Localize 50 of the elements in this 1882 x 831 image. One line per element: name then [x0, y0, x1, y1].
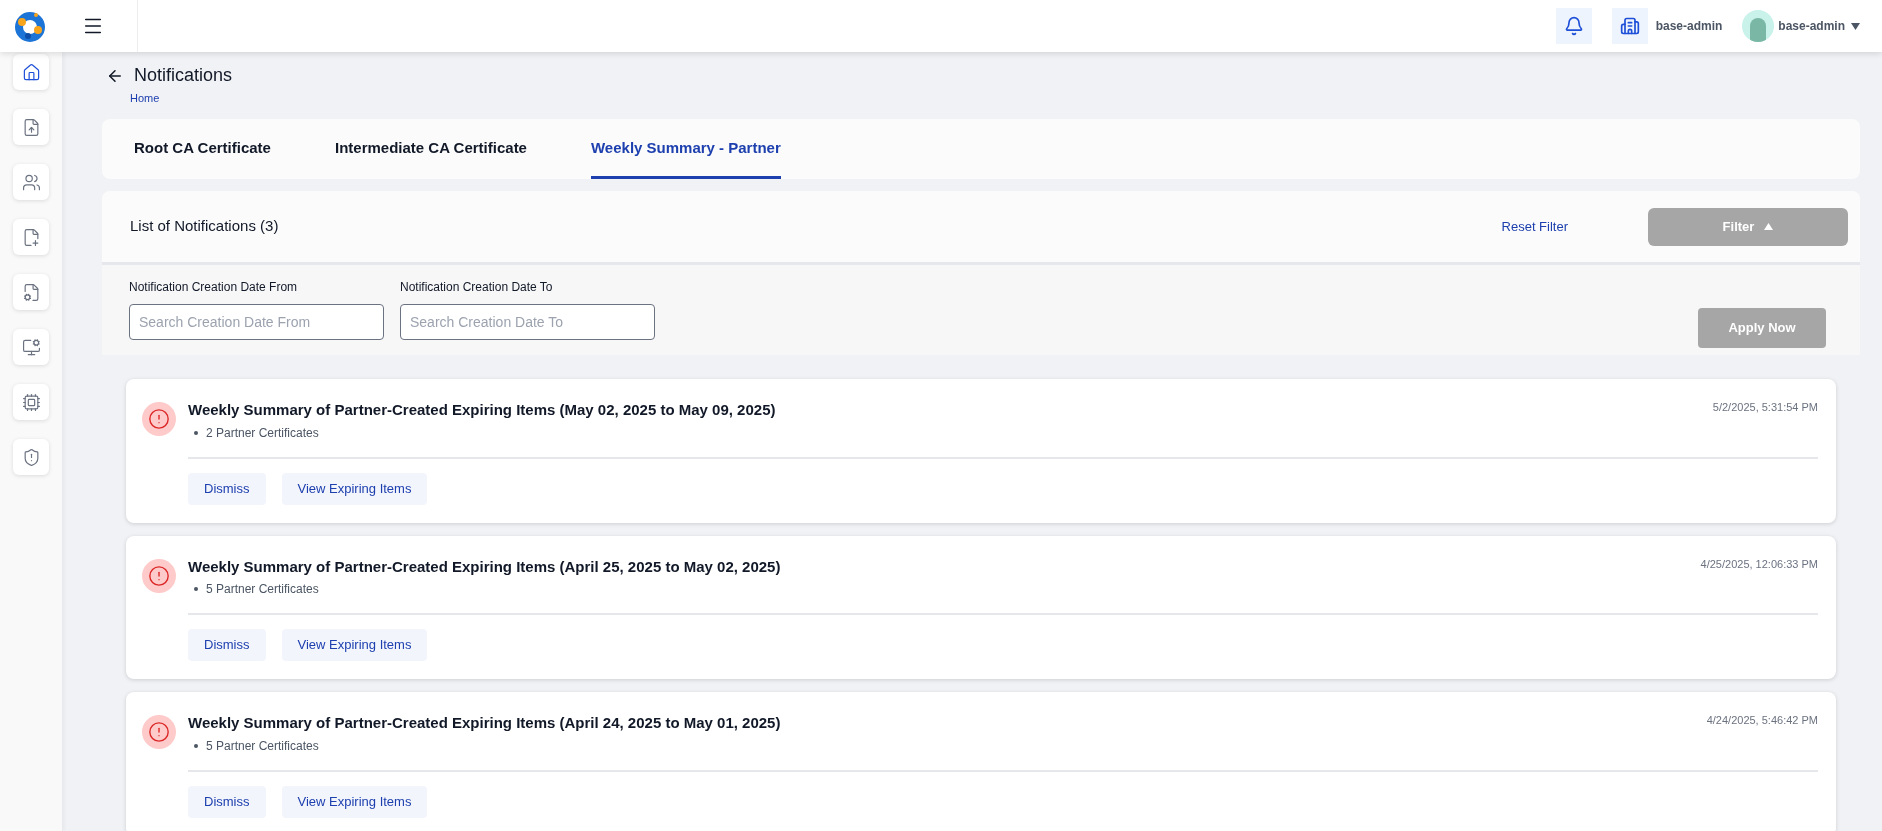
tab[interactable]: Weekly Summary - Partner [590, 119, 781, 179]
alert-icon [142, 715, 176, 749]
notification-item: 5 Partner Certificates [206, 581, 319, 598]
notification-title: Weekly Summary of Partner-Created Expiring Items (April 25, 2025 to May 02, 2025) [188, 556, 782, 577]
date-field[interactable]: Search Creation Date From [129, 304, 384, 340]
notification-time: 5/2/2025, 5:31:54 PM [1712, 400, 1818, 415]
alert-icon [142, 558, 176, 593]
notification-time: 4/25/2025, 12:06:33 PM [1700, 556, 1818, 572]
organization-button[interactable] [1611, 8, 1648, 44]
bullet-icon [194, 743, 198, 748]
action-button[interactable]: Dismiss [188, 785, 266, 818]
notification-item: 2 Partner Certificates [206, 424, 319, 442]
avatar-icon [1742, 10, 1775, 42]
notification-item: 5 Partner Certificates [206, 737, 319, 755]
document-gear-icon[interactable] [13, 274, 49, 310]
field-label: Notification Creation Date To [400, 279, 554, 296]
action-button[interactable]: Dismiss [188, 629, 266, 661]
users-icon[interactable] [13, 164, 49, 200]
shield-icon[interactable] [13, 439, 49, 475]
notification-title: Weekly Summary of Partner-Created Expiring Items (April 24, 2025 to May 01, 2025) [188, 713, 782, 733]
list-title: List of Notifications (3) [130, 216, 279, 237]
chip-icon[interactable] [13, 384, 49, 420]
file-upload-icon[interactable] [13, 109, 49, 145]
monitor-gear-icon[interactable] [13, 329, 49, 365]
notification-title: Weekly Summary of Partner-Created Expiring Items (May 02, 2025 to May 09, 2025) [188, 400, 777, 420]
notification-time: 4/24/2025, 5:46:42 PM [1706, 713, 1818, 728]
organization-name: base-admin [1655, 18, 1723, 35]
bullet-icon [194, 430, 198, 435]
home-icon[interactable] [13, 54, 49, 90]
document-plus-icon[interactable] [13, 219, 49, 255]
user-menu[interactable]: base-admin [1778, 17, 1860, 35]
bullet-icon [194, 587, 198, 591]
action-button[interactable]: View Expiring Items [281, 629, 428, 661]
breadcrumb-link[interactable]: Home [130, 89, 1860, 107]
action-button[interactable]: View Expiring Items [281, 785, 428, 818]
date-field[interactable]: Search Creation Date To [400, 304, 655, 340]
caret-icon [1851, 22, 1860, 30]
building-icon [1619, 16, 1640, 36]
action-button[interactable]: View Expiring Items [281, 472, 428, 505]
reset-filter-link[interactable]: Reset Filter [1501, 216, 1568, 237]
action-button[interactable]: Dismiss [188, 472, 266, 505]
notification-button[interactable] [1555, 8, 1592, 44]
tab[interactable]: Root CA Certificate [134, 119, 271, 179]
ring-logo-icon [14, 10, 46, 42]
caret-icon [1764, 223, 1774, 230]
tab[interactable]: Intermediate CA Certificate [334, 119, 527, 179]
page-title: Notifications [134, 64, 233, 87]
field-label: Notification Creation Date From [129, 279, 299, 296]
bell-icon [1563, 16, 1584, 36]
alert-icon [142, 402, 176, 436]
